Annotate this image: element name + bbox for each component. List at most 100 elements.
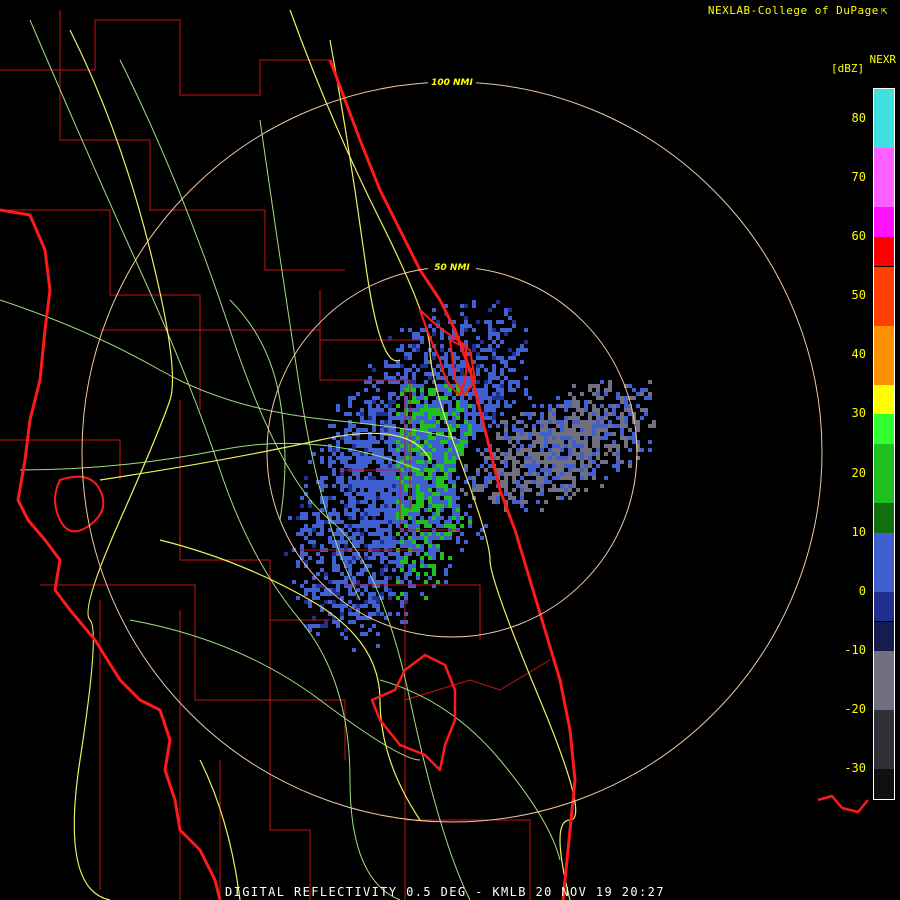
echo-pixel — [400, 488, 404, 492]
echo-pixel — [396, 448, 400, 452]
echo-pixel — [388, 336, 392, 340]
echo-pixel — [444, 468, 448, 472]
echo-pixel — [400, 448, 404, 452]
scale-band — [874, 769, 894, 799]
echo-pixel — [316, 520, 320, 524]
echo-pixel — [496, 500, 500, 504]
echo-pixel — [576, 444, 580, 448]
echo-pixel — [444, 520, 448, 524]
echo-pixel — [596, 440, 600, 444]
echo-pixel — [448, 400, 452, 404]
echo-pixel — [400, 600, 404, 604]
echo-pixel — [424, 360, 428, 364]
echo-pixel — [300, 544, 304, 548]
echo-pixel — [432, 492, 436, 496]
echo-pixel — [412, 536, 416, 540]
echo-pixel — [348, 412, 352, 416]
echo-pixel — [556, 404, 560, 408]
echo-pixel — [516, 428, 520, 432]
echo-pixel — [464, 324, 468, 328]
echo-pixel — [404, 512, 408, 516]
echo-pixel — [356, 556, 360, 560]
echo-pixel — [480, 396, 484, 400]
echo-pixel — [324, 496, 328, 500]
echo-pixel — [504, 472, 508, 476]
echo-pixel — [424, 564, 428, 568]
echo-pixel — [408, 564, 412, 568]
echo-pixel — [368, 564, 372, 568]
echo-pixel — [304, 516, 308, 520]
echo-pixel — [576, 420, 580, 424]
echo-pixel — [492, 356, 496, 360]
echo-pixel — [584, 428, 588, 432]
echo-pixel — [488, 320, 492, 324]
echo-pixel — [344, 440, 348, 444]
echo-pixel — [496, 396, 500, 400]
echo-pixel — [604, 460, 608, 464]
echo-pixel — [632, 396, 636, 400]
echo-pixel — [396, 456, 400, 460]
echo-pixel — [396, 464, 400, 468]
echo-pixel — [336, 516, 340, 520]
echo-pixel — [368, 592, 372, 596]
echo-pixel — [392, 392, 396, 396]
echo-pixel — [384, 504, 388, 508]
echo-pixel — [368, 496, 372, 500]
echo-pixel — [412, 444, 416, 448]
echo-pixel — [544, 460, 548, 464]
echo-pixel — [420, 452, 424, 456]
echo-pixel — [312, 524, 316, 528]
echo-pixel — [432, 512, 436, 516]
echo-pixel — [304, 476, 308, 480]
echo-pixel — [568, 416, 572, 420]
echo-pixel — [344, 464, 348, 468]
echo-pixel — [652, 424, 656, 428]
echo-pixel — [560, 428, 564, 432]
echo-pixel — [340, 500, 344, 504]
echo-pixel — [380, 488, 384, 492]
echo-pixel — [396, 488, 400, 492]
echo-pixel — [392, 380, 396, 384]
echo-pixel — [544, 428, 548, 432]
echo-pixel — [356, 532, 360, 536]
echo-pixel — [504, 460, 508, 464]
echo-pixel — [420, 592, 424, 596]
scale-band — [874, 444, 894, 504]
echo-pixel — [492, 372, 496, 376]
echo-pixel — [492, 376, 496, 380]
product-label: NEXR — [869, 53, 897, 66]
echo-pixel — [524, 488, 528, 492]
echo-pixel — [420, 544, 424, 548]
echo-pixel — [304, 536, 308, 540]
echo-pixel — [492, 304, 496, 308]
echo-pixel — [384, 540, 388, 544]
echo-pixel — [404, 480, 408, 484]
echo-pixel — [368, 628, 372, 632]
echo-pixel — [416, 524, 420, 528]
echo-pixel — [420, 484, 424, 488]
echo-pixel — [540, 488, 544, 492]
echo-pixel — [640, 416, 644, 420]
echo-pixel — [420, 472, 424, 476]
echo-pixel — [496, 336, 500, 340]
echo-pixel — [552, 488, 556, 492]
echo-pixel — [648, 448, 652, 452]
echo-pixel — [392, 428, 396, 432]
echo-pixel — [444, 440, 448, 444]
echo-pixel — [356, 476, 360, 480]
echo-pixel — [476, 372, 480, 376]
echo-pixel — [312, 616, 316, 620]
echo-pixel — [384, 520, 388, 524]
echo-pixel — [520, 488, 524, 492]
echo-pixel — [420, 500, 424, 504]
echo-pixel — [400, 484, 404, 488]
echo-pixel — [560, 424, 564, 428]
echo-pixel — [344, 580, 348, 584]
echo-pixel — [352, 560, 356, 564]
echo-pixel — [392, 500, 396, 504]
echo-pixel — [508, 380, 512, 384]
echo-pixel — [596, 396, 600, 400]
echo-pixel — [516, 420, 520, 424]
echo-pixel — [552, 436, 556, 440]
echo-pixel — [444, 500, 448, 504]
